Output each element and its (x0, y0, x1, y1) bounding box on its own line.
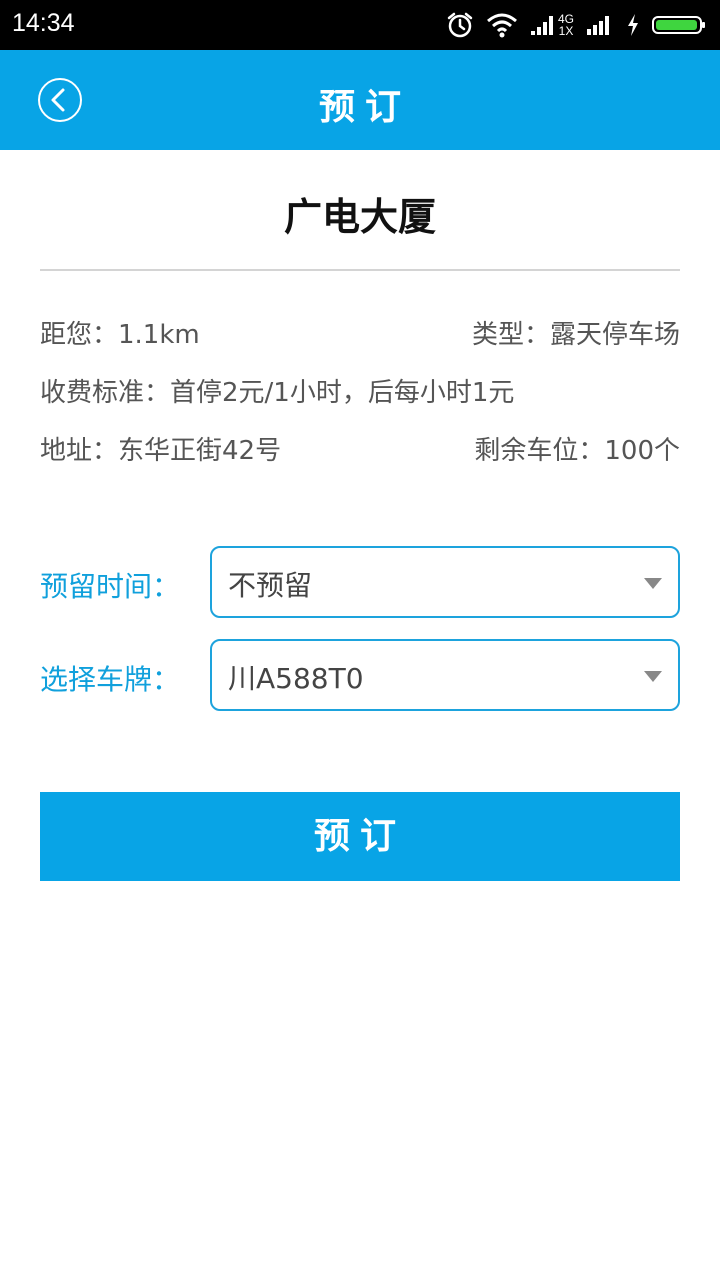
dropdown-arrow-icon (644, 578, 662, 589)
status-bar: 14:34 4G 1X (0, 0, 720, 50)
divider (40, 269, 680, 271)
lot-type-text: 类型：露天停车场 (471, 320, 680, 350)
signal-icon (587, 16, 609, 35)
fee-text: 收费标准：首停2元/1小时，后每小时1元 (40, 378, 515, 408)
alarm-icon (447, 12, 473, 38)
status-time: 14:34 (12, 9, 75, 37)
reserve-button[interactable]: 预订 (40, 792, 680, 881)
address-text: 地址：东华正街42号 (40, 436, 282, 466)
parking-lot-name: 广电大厦 (283, 195, 436, 239)
plate-label: 选择车牌： (40, 663, 181, 696)
info-row-fee: 收费标准：首停2元/1小时，后每小时1元 (40, 372, 680, 412)
plate-value: 川A588T0 (228, 662, 364, 695)
charging-icon (628, 14, 638, 36)
status-icons: 4G 1X (434, 10, 710, 40)
page-title: 预订 (318, 87, 411, 128)
network-type: 4G 1X (558, 13, 574, 37)
signal-icon (530, 16, 553, 35)
info-row-distance-type: 距您：1.1km 类型：露天停车场 (40, 314, 680, 354)
battery-icon (652, 16, 705, 34)
plate-select[interactable]: 川A588T0 (210, 639, 680, 711)
wifi-icon (487, 13, 517, 38)
dropdown-arrow-icon (644, 671, 662, 682)
reserve-time-value: 不预留 (228, 569, 313, 602)
reserve-time-select[interactable]: 不预留 (210, 546, 680, 618)
distance-text: 距您：1.1km (40, 320, 200, 350)
network-bottom-label: 1X (558, 24, 574, 38)
reserve-time-label: 预留时间： (40, 570, 181, 603)
remaining-spaces-text: 剩余车位：100个 (474, 436, 680, 466)
info-row-address: 地址：东华正街42号 剩余车位：100个 (40, 430, 680, 470)
app-bar: 预订 (0, 50, 720, 150)
